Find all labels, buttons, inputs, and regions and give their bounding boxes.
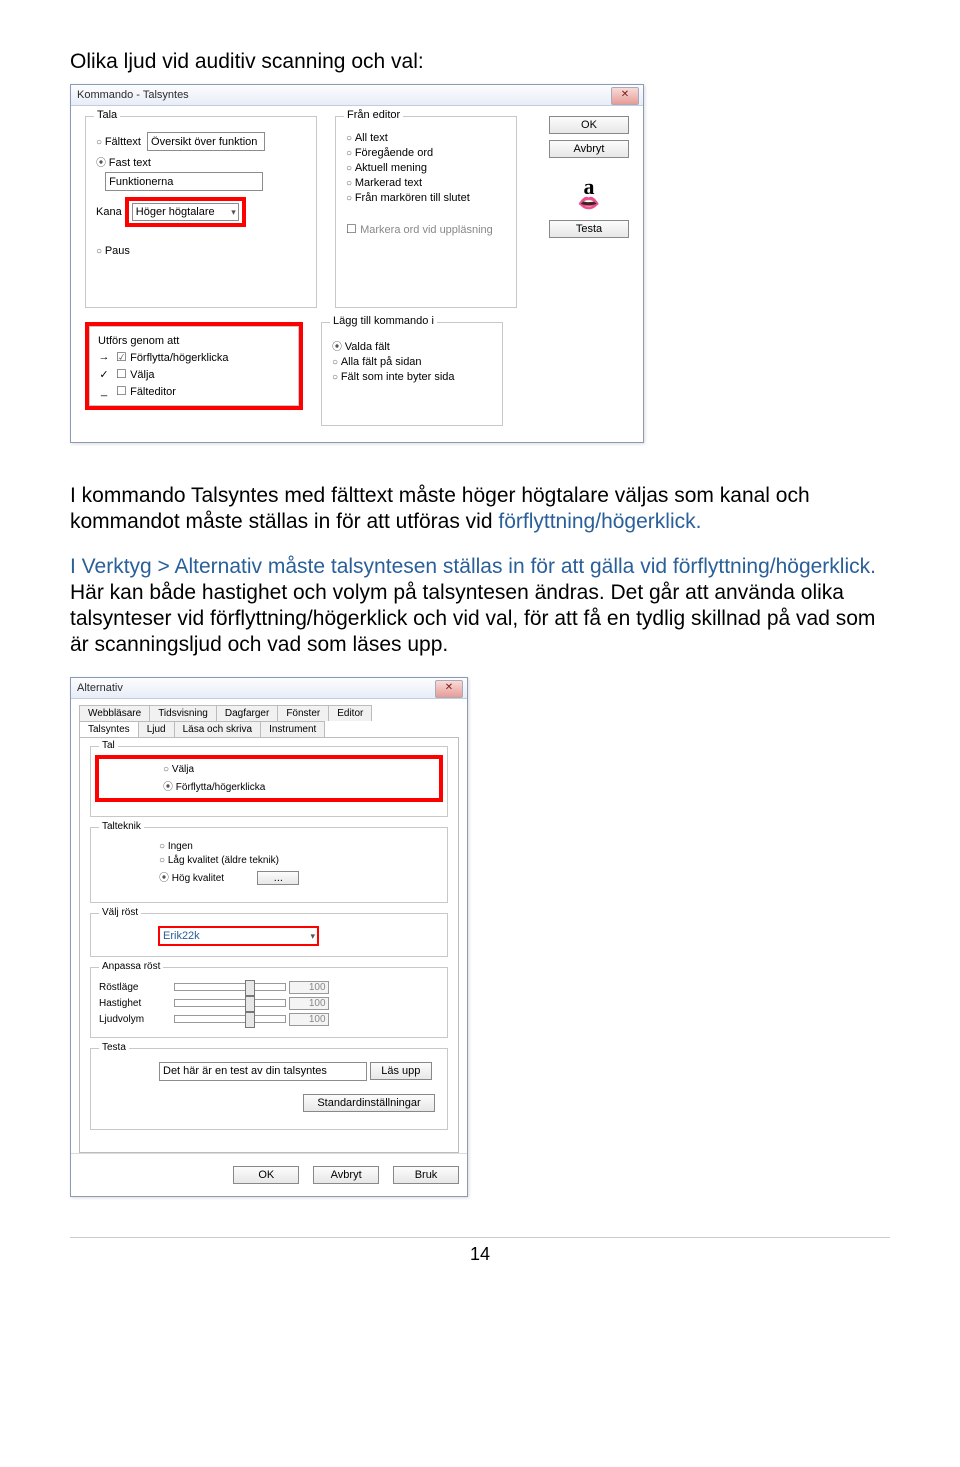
tab-row-1: Webbläsare Tidsvisning Dagfarger Fönster… [79, 705, 459, 721]
group-tal: Tal Välja Förflytta/högerklicka [90, 746, 448, 817]
radio-inte[interactable]: Fält som inte byter sida [332, 371, 455, 383]
radio-slutet[interactable]: Från markören till slutet [346, 192, 470, 204]
close-icon[interactable]: ✕ [435, 680, 463, 698]
test-button[interactable]: Testa [549, 220, 629, 238]
para1b: förflyttning/högerklick. [498, 510, 701, 533]
para2a: I Verktyg > Alternativ måste talsyntesen… [70, 555, 876, 578]
right-buttons: OK Avbryt a 👄 Testa [549, 116, 629, 244]
input-oversikt[interactable] [147, 132, 265, 151]
label-hastighet: Hastighet [99, 998, 171, 1009]
paragraph-2: I Verktyg > Alternativ måste talsyntesen… [70, 554, 890, 659]
check-falteditor[interactable]: Fälteditor [116, 384, 176, 398]
more-button[interactable]: ... [257, 871, 299, 885]
window-title: Kommando - Talsyntes [77, 89, 189, 101]
legend-anpassa: Anpassa röst [99, 961, 163, 972]
para2b: Här kan både hastighet och volym på tals… [70, 581, 875, 657]
label-volym: Ljudvolym [99, 1014, 171, 1025]
group-valj-rost: Välj röst Erik22k [90, 913, 448, 957]
tab-editor[interactable]: Editor [328, 705, 372, 721]
bruk-button[interactable]: Bruk [393, 1166, 459, 1184]
group-anpassa: Anpassa röst Röstläge 100 Hastighet 100 … [90, 967, 448, 1038]
radio-hog[interactable]: Hög kvalitet [159, 873, 224, 884]
window-title2: Alternativ [77, 682, 123, 694]
group-talteknik: Talteknik Ingen Låg kvalitet (äldre tekn… [90, 827, 448, 903]
slider-rostlage[interactable] [174, 983, 286, 991]
read-button[interactable]: Läs upp [370, 1062, 432, 1080]
highlight-kanal: Höger högtalare [125, 197, 246, 227]
dialog-alternativ: Alternativ ✕ Webbläsare Tidsvisning Dagf… [70, 677, 468, 1198]
page-heading: Olika ljud vid auditiv scanning och val: [70, 50, 890, 74]
arrow-right-icon: → [98, 351, 110, 363]
check-markera-ord: Markera ord vid uppläsning [346, 224, 493, 236]
group-testa: Testa Läs upp Standardinställningar [90, 1048, 448, 1131]
titlebar: Kommando - Talsyntes ✕ [71, 85, 643, 106]
dropdown-voice[interactable]: Erik22k [159, 927, 318, 945]
radio-alla[interactable]: Alla fält på sidan [332, 356, 422, 368]
group-lagg: Lägg till kommando i Valda fält Alla fäl… [321, 322, 503, 426]
page-footer: 14 [70, 1237, 890, 1265]
radio-paus[interactable]: Paus [96, 245, 130, 257]
radio-lag[interactable]: Låg kvalitet (äldre teknik) [159, 855, 279, 866]
legend-editor: Från editor [344, 109, 403, 121]
tab-ljud[interactable]: Ljud [138, 721, 175, 737]
radio-markerad[interactable]: Markerad text [346, 177, 422, 189]
tab-tidsvisning[interactable]: Tidsvisning [149, 705, 217, 721]
check-forflytta[interactable]: Förflytta/högerklicka [116, 350, 229, 364]
tab-dagfarger[interactable]: Dagfarger [216, 705, 278, 721]
close-icon[interactable]: ✕ [611, 87, 639, 105]
group-editor: Från editor All text Föregående ord Aktu… [335, 116, 517, 308]
label-kanal: Kana [96, 206, 122, 218]
dialog-talsyntes: Kommando - Talsyntes ✕ OK Avbryt a 👄 Tes… [70, 84, 644, 443]
paragraph-1: I kommando Talsyntes med fälttext måste … [70, 483, 890, 536]
page-number: 14 [470, 1244, 490, 1264]
radio-forflytta2[interactable]: Förflytta/högerklicka [163, 782, 265, 793]
tab-row-2: Talsyntes Ljud Läsa och skriva Instrumen… [79, 721, 459, 737]
titlebar2: Alternativ ✕ [71, 678, 467, 699]
radio-valja2[interactable]: Välja [163, 764, 194, 775]
dialog-footer: OK Avbryt Bruk [71, 1153, 467, 1196]
value-volym: 100 [289, 1013, 329, 1026]
highlight-tal: Välja Förflytta/högerklicka [95, 755, 443, 802]
check-valja[interactable]: Välja [116, 367, 155, 381]
legend-lagg: Lägg till kommando i [330, 315, 437, 327]
cancel-button2[interactable]: Avbryt [313, 1166, 379, 1184]
tab-body: Tal Välja Förflytta/högerklicka Taltekni… [79, 737, 459, 1154]
dropdown-kanal[interactable]: Höger högtalare [132, 203, 239, 221]
tab-instrument[interactable]: Instrument [260, 721, 325, 737]
legend-utfors: Utförs genom att [98, 335, 179, 347]
ok-button2[interactable]: OK [233, 1166, 299, 1184]
legend-tal: Tal [99, 740, 118, 751]
radio-falttext[interactable]: Fälttext [96, 136, 141, 148]
tab-lasa[interactable]: Läsa och skriva [174, 721, 261, 737]
radio-all-text[interactable]: All text [346, 132, 388, 144]
value-rostlage: 100 [289, 981, 329, 994]
check-icon: ✓ [98, 368, 110, 381]
legend-tala: Tala [94, 109, 120, 121]
slider-hastighet[interactable] [174, 999, 286, 1007]
tab-talsyntes[interactable]: Talsyntes [79, 721, 139, 737]
legend-talteknik: Talteknik [99, 821, 144, 832]
group-tala: Tala Fälttext Fast text Kana Höger högta… [85, 116, 317, 308]
label-rostlage: Röstläge [99, 982, 171, 993]
radio-fast-text[interactable]: Fast text [96, 157, 151, 169]
defaults-button[interactable]: Standardinställningar [303, 1094, 435, 1112]
legend-valj-rost: Välj röst [99, 907, 141, 918]
input-funktionerna[interactable] [105, 172, 263, 191]
radio-valda[interactable]: Valda fält [332, 341, 390, 353]
radio-aktuell[interactable]: Aktuell mening [346, 162, 427, 174]
value-hastighet: 100 [289, 997, 329, 1010]
underscore-icon: _ [98, 385, 110, 397]
tab-webblasare[interactable]: Webbläsare [79, 705, 150, 721]
input-testtext[interactable] [159, 1062, 367, 1081]
cancel-button[interactable]: Avbryt [549, 140, 629, 158]
radio-foreg[interactable]: Föregående ord [346, 147, 433, 159]
radio-ingen[interactable]: Ingen [159, 841, 193, 852]
ok-button[interactable]: OK [549, 116, 629, 134]
legend-testa: Testa [99, 1042, 129, 1053]
slider-volym[interactable] [174, 1015, 286, 1023]
tab-fonster[interactable]: Fönster [277, 705, 329, 721]
lips-icon: 👄 [549, 200, 629, 206]
highlight-utfors: Utförs genom att → Förflytta/högerklicka… [85, 322, 303, 410]
